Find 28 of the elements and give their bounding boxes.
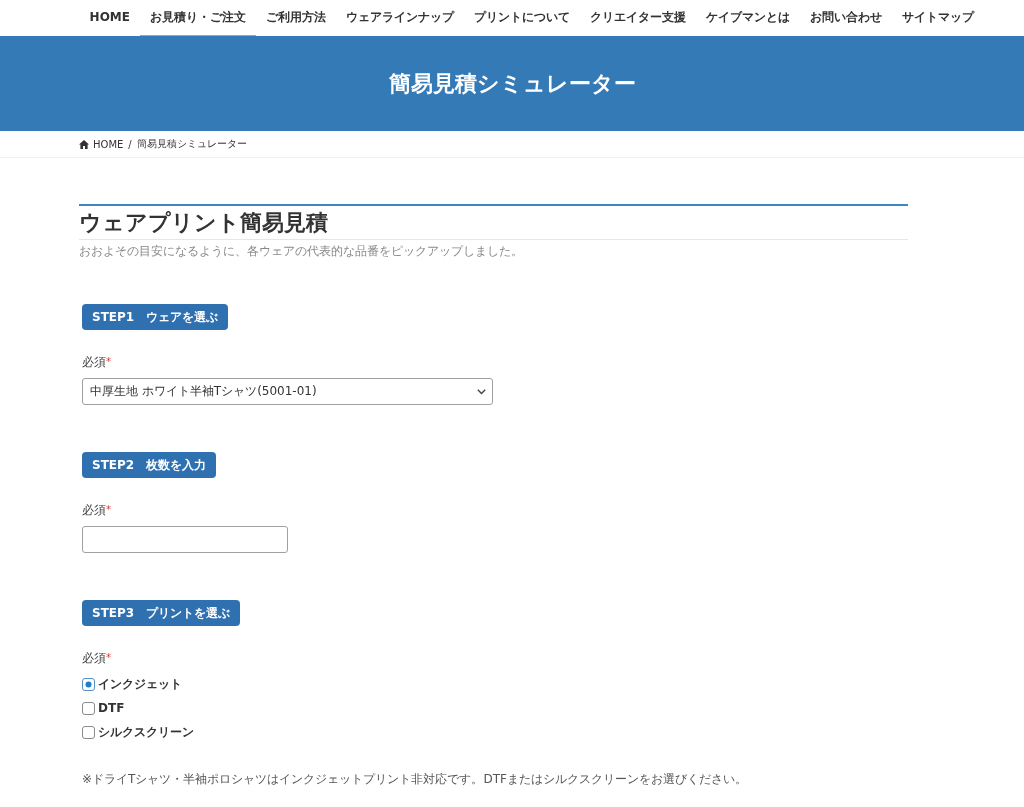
- breadcrumb-current: 簡易見積シミュレーター: [136, 137, 247, 151]
- step-heading: STEP1 ウェアを選ぶ: [82, 304, 229, 330]
- required-label: 必須*: [82, 650, 111, 666]
- quantity-input[interactable]: [82, 526, 288, 553]
- nav-link[interactable]: ケイブマンとは: [696, 0, 800, 36]
- nav-link[interactable]: ウェアラインナップ: [336, 0, 464, 36]
- required-label: 必須*: [82, 502, 111, 518]
- nav-link[interactable]: ご利用方法: [256, 0, 336, 36]
- nav-link[interactable]: サイトマップ: [892, 0, 984, 36]
- wear-select[interactable]: 中厚生地 ホワイト半袖Tシャツ(5001-01): [82, 378, 493, 405]
- nav-link[interactable]: HOME: [79, 0, 140, 36]
- print-option[interactable]: DTF: [82, 700, 125, 716]
- notice-text: ※ドライTシャツ・半袖ポロシャツはインクジェットプリント非対応です。DTFまたはシルクスクリーンをお選びください。: [82, 771, 747, 787]
- nav-link[interactable]: クリエイター支援: [580, 0, 696, 36]
- section-description: おおよその目安になるように、各ウェアの代表的な品番をピックアップしました。: [79, 243, 523, 260]
- required-label: 必須*: [82, 354, 111, 370]
- breadcrumb-separator: /: [128, 138, 132, 150]
- home-icon: [79, 139, 89, 149]
- print-option[interactable]: インクジェット: [82, 676, 182, 692]
- section-heading: ウェアプリント簡易見積: [79, 209, 328, 237]
- step-heading: STEP2 枚数を入力: [82, 452, 217, 478]
- step-heading: STEP3 プリントを選ぶ: [82, 600, 241, 626]
- chevron-down-icon: [477, 388, 486, 395]
- breadcrumb-home-link[interactable]: HOME: [79, 138, 124, 150]
- page-title: 簡易見積シミュレーター: [388, 69, 636, 98]
- nav-link[interactable]: お問い合わせ: [800, 0, 892, 36]
- print-option[interactable]: シルクスクリーン: [82, 724, 194, 740]
- nav-link[interactable]: プリントについて: [464, 0, 580, 36]
